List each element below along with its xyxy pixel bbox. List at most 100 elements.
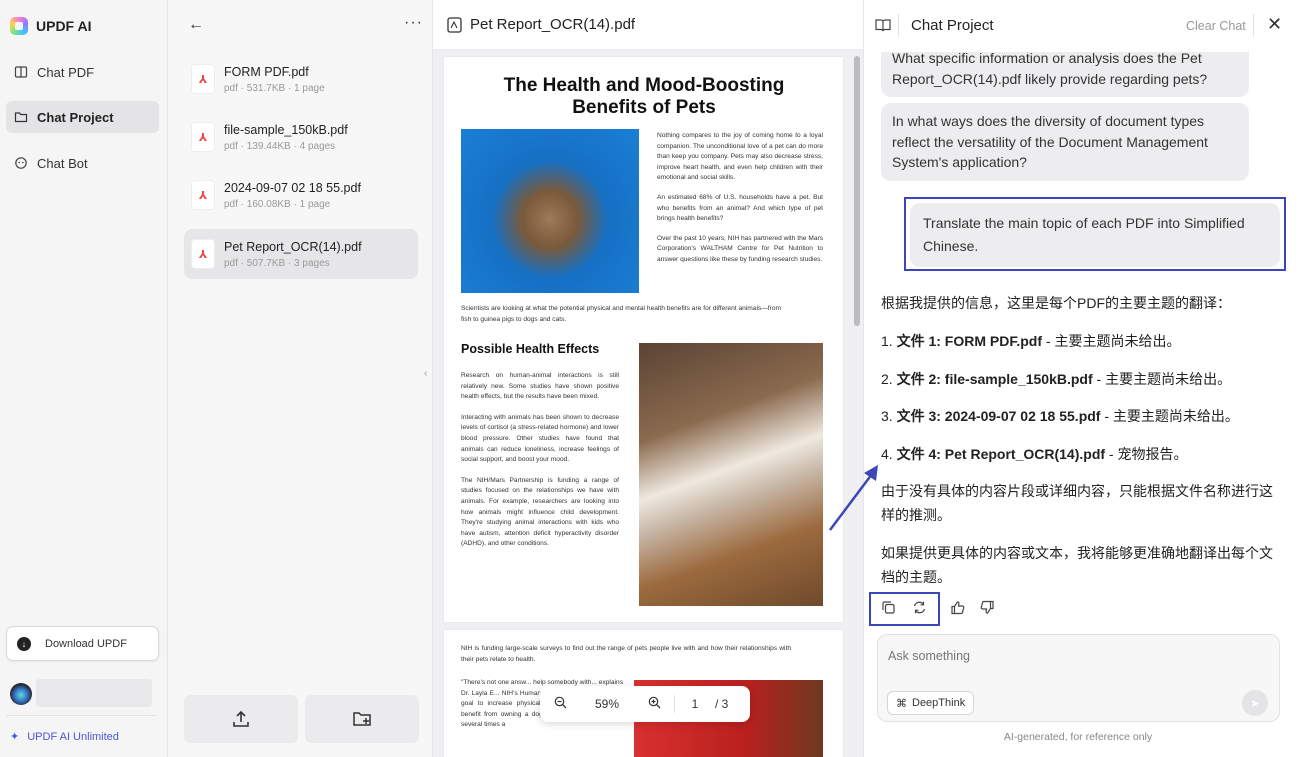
collapse-panel-icon[interactable]: ‹ [424,368,427,379]
highlight-box [869,592,940,626]
item-text: - 主要主题尚未给出。 [1042,333,1181,349]
section-column: Research on human-animal interactions is… [461,371,619,550]
bot-icon [15,157,27,169]
zoom-out-icon[interactable] [540,696,580,712]
document-title: The Health and Mood-Boosting Benefits of… [503,75,785,118]
folder-plus-icon [353,712,371,726]
pdf-file-icon: ⅄ [192,123,214,151]
close-icon[interactable]: ✕ [1267,14,1282,35]
nav-item-label: Chat Project [37,109,114,125]
intro-column: Nothing compares to the joy of coming ho… [657,131,823,266]
file-name: FORM PDF.pdf [224,64,309,79]
zoom-in-icon[interactable] [634,696,674,712]
chat-input-box: ⌘ DeepThink ➤ [877,634,1280,722]
annotation-arrow-icon [829,465,878,531]
ai-disclaimer: AI-generated, for reference only [1003,731,1153,743]
zoom-level[interactable]: 59% [580,697,634,711]
file-name: 2024-09-07 02 18 55.pdf [224,180,361,195]
upload-button[interactable] [184,695,298,743]
deepthink-icon: ⌘ [896,697,907,710]
item-title: 文件 3: 2024-09-07 02 18 55.pdf [896,408,1101,424]
avatar[interactable] [10,683,32,705]
paragraph: An estimated 68% of U.S. households have… [657,193,823,223]
divider [6,715,156,716]
file-item[interactable]: ⅄ file-sample_150kB.pdfpdf · 139.44KB · … [184,112,418,162]
divider [898,14,899,36]
deepthink-label: DeepThink [912,697,966,709]
thumbs-down-icon[interactable] [980,600,995,620]
chat-input[interactable] [888,645,1268,667]
app-name: UPDF AI [36,18,92,34]
file-item-selected[interactable]: ⅄ Pet Report_OCR(14).pdfpdf · 507.7KB · … [184,229,418,279]
zoom-toolbar: 59% 1 / 3 [540,686,750,722]
book-icon [14,66,28,78]
thumbs-up-icon[interactable] [950,600,965,620]
deepthink-button[interactable]: ⌘ DeepThink [887,691,975,715]
send-button[interactable]: ➤ [1242,690,1268,716]
brand: UPDF AI [10,16,91,36]
ai-answer-paragraph: 如果提供更具体的内容或文本，我将能够更准确地翻译出每个文档的主题。 [881,545,1273,585]
viewer-header: Pet Report_OCR(14).pdf [433,0,863,50]
nav-item-chat-project[interactable]: Chat Project [6,101,159,133]
file-item[interactable]: ⅄ FORM PDF.pdf pdf · 531.7KB · 1 page [184,54,418,104]
file-meta: pdf · 160.08KB · 1 page [224,198,331,210]
regenerate-icon[interactable] [912,600,927,620]
paragraph: The NIH/Mars Partnership is funding a ra… [461,476,619,548]
page-number-input[interactable]: 1 [675,697,715,711]
pdf-document-icon [447,16,462,33]
ai-answer-intro: 根据我提供的信息，这里是每个PDF的主要主题的翻译： [881,295,1231,311]
more-options-icon[interactable]: ··· [404,14,423,32]
add-folder-button[interactable] [305,695,419,743]
chat-title: Chat Project [911,17,994,34]
answer-item: 3. 文件 3: 2024-09-07 02 18 55.pdf - 主要主题尚… [881,404,1286,428]
upload-icon [233,710,249,727]
item-text: - 主要主题尚未给出。 [1092,371,1232,387]
back-arrow-icon[interactable]: ← [188,16,204,34]
nav-item-chat-pdf[interactable]: Chat PDF [6,56,159,88]
book-open-icon[interactable] [875,18,891,33]
nav-item-label: Chat PDF [37,64,95,80]
nav-item-chat-bot[interactable]: Chat Bot [6,147,159,179]
answer-item: 2. 文件 2: file-sample_150kB.pdf - 主要主题尚未给… [881,367,1286,391]
updf-ai-unlimited-link[interactable]: ✦ UPDF AI Unlimited [10,730,119,744]
item-number: 3. [881,408,893,424]
paragraph: Research on human-animal interactions is… [461,372,619,401]
section-heading: Possible Health Effects [461,342,600,356]
paragraph: Scientists are looking at what the poten… [461,305,781,323]
file-name: file-sample_150kB.pdf [224,122,348,137]
dog-and-cat-photo [639,343,823,606]
paragraph: Over the past 10 years, NIH has partnere… [657,234,823,263]
scrollbar[interactable] [854,56,860,326]
pdf-viewer: Pet Report_OCR(14).pdf The Health and Mo… [433,0,863,757]
file-meta: pdf · 507.7KB · 3 pages [224,257,330,269]
file-name: Pet Report_OCR(14).pdf [224,239,362,254]
left-nav: UPDF AI Chat PDF Chat Project Chat Bot ↓… [0,0,168,757]
copy-icon[interactable] [881,600,896,620]
chat-header: Chat Project Clear Chat ✕ [864,0,1300,52]
pdf-file-icon: ⅄ [192,240,214,268]
file-meta: pdf · 531.7KB · 1 page [224,82,325,94]
user-message: In what ways does the diversity of docum… [881,103,1249,181]
divider [1253,14,1254,36]
download-icon: ↓ [17,636,31,651]
paragraph: Interacting with animals has been shown … [461,413,619,464]
answer-item: 1. 文件 1: FORM PDF.pdf - 主要主题尚未给出。 [881,329,1286,353]
clear-chat-button[interactable]: Clear Chat [1186,19,1246,33]
file-meta: pdf · 139.44KB · 4 pages [224,140,336,152]
chat-scroll-area: What specific information or analysis do… [864,52,1300,632]
item-text: - 主要主题尚未给出。 [1100,408,1239,424]
item-title: 文件 1: FORM PDF.pdf [896,333,1043,349]
item-title: 文件 4: Pet Report_OCR(14).pdf [896,446,1106,462]
file-item[interactable]: ⅄ 2024-09-07 02 18 55.pdf pdf · 160.08KB … [184,170,418,220]
send-icon: ➤ [1250,697,1260,710]
unlimited-label: UPDF AI Unlimited [27,730,119,743]
pdf-page-1: The Health and Mood-Boosting Benefits of… [444,57,843,622]
pdf-file-icon: ⅄ [192,65,214,93]
paragraph: NIH is funding large-scale surveys to fi… [461,645,791,663]
updf-logo-icon [10,17,28,35]
download-updf-button[interactable]: ↓ Download UPDF [6,626,159,661]
item-number: 1. [881,333,893,349]
sparkle-icon: ✦ [10,731,20,743]
pdf-file-icon: ⅄ [192,181,214,209]
item-title: 文件 2: file-sample_150kB.pdf [896,371,1093,387]
